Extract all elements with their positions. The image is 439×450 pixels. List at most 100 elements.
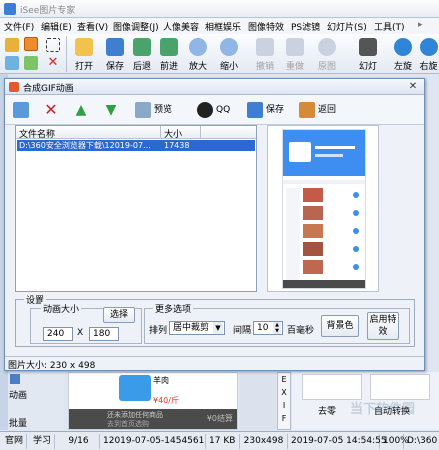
- menu-file[interactable]: 文件(F): [4, 20, 34, 33]
- spinner-icon[interactable]: ▲ ▼: [273, 322, 281, 334]
- menu-slideshow[interactable]: 幻灯片(S): [327, 20, 367, 33]
- toolbar-separator: [66, 36, 67, 72]
- more-options-group: 更多选项 排列 居中裁剪 ▼ 间隔 10 ▲ ▼ 百毫秒 背景色 启用特效: [144, 302, 410, 344]
- app-logo-icon: [4, 3, 16, 15]
- save-disk-icon: [106, 38, 124, 56]
- height-input[interactable]: 180: [89, 327, 119, 341]
- arrow-down-icon: ▼: [105, 101, 117, 118]
- scrollbar-area[interactable]: [240, 372, 276, 430]
- dialog-close-button[interactable]: ✕: [406, 80, 420, 93]
- cart-bar: 还未添加任何商品 去到首页选购 ¥0结算: [69, 409, 237, 429]
- arrange-select[interactable]: 居中裁剪 ▼: [169, 321, 225, 335]
- preview-pane: [267, 125, 379, 292]
- side-tools: 动画 批量: [8, 374, 64, 430]
- file-list[interactable]: 文件名称 大小 D:\360安全浏览器下载\12019-07... 17438: [15, 125, 257, 292]
- thumbnail-1[interactable]: [302, 374, 362, 400]
- status-website[interactable]: 官网: [2, 434, 28, 449]
- zoom-in-button[interactable]: 放大: [184, 34, 212, 74]
- forward-button[interactable]: 前进: [154, 34, 184, 74]
- save-button[interactable]: 保存: [100, 34, 130, 74]
- gif-dialog: 合成GIF动画 ✕ ✕ ▲ ▼ 预览 QQ 保存 返回 文件名称 大小 D:\3…: [4, 78, 425, 371]
- size-group: 动画大小 选择 240 X 180: [30, 302, 142, 344]
- back-button[interactable]: 后退: [130, 34, 154, 74]
- background-color-button[interactable]: 背景色: [321, 315, 359, 337]
- side-label-batch[interactable]: 批量: [9, 416, 27, 429]
- open-button[interactable]: 打开: [68, 34, 100, 74]
- arrange-label: 排列: [149, 326, 168, 336]
- exif-tab[interactable]: EXIF: [277, 372, 291, 430]
- chevron-down-icon[interactable]: ▼: [213, 322, 223, 334]
- interval-value: 10: [257, 323, 269, 333]
- menu-image-adjust[interactable]: 图像调整(J): [113, 20, 159, 33]
- interval-unit: 百毫秒: [287, 326, 315, 336]
- rotate-right-icon: [419, 38, 438, 56]
- preview-label: 预览: [154, 105, 173, 115]
- table-row[interactable]: D:\360安全浏览器下载\12019-07... 17438: [17, 140, 255, 151]
- preview-add-dot: [353, 210, 359, 216]
- dialog-title-bar: 合成GIF动画 ✕: [5, 79, 424, 95]
- redo-button[interactable]: 重做: [280, 34, 310, 74]
- thumb-label-1: 去零: [318, 407, 337, 417]
- return-icon: [299, 101, 315, 118]
- dialog-title: 合成GIF动画: [23, 84, 74, 94]
- qq-button[interactable]: QQ: [197, 99, 230, 121]
- original-button[interactable]: 原图: [310, 34, 344, 74]
- move-down-button[interactable]: ▼: [103, 99, 122, 121]
- image-icon[interactable]: [5, 56, 19, 70]
- preview-item-img: [303, 224, 323, 238]
- add-file-button[interactable]: [13, 99, 32, 121]
- redo-icon: [286, 38, 304, 56]
- size-legend: 动画大小: [41, 302, 82, 315]
- status-dimensions: 230x498: [240, 434, 288, 449]
- menu-frame[interactable]: 相框娱乐: [205, 20, 241, 33]
- thumbnail-2[interactable]: [370, 374, 430, 400]
- enable-effects-button[interactable]: 启用特效: [367, 312, 399, 340]
- menu-edit[interactable]: 编辑(E): [41, 20, 72, 33]
- status-filename: 12019-07-05-14545613.jp: [100, 434, 206, 449]
- move-up-button[interactable]: ▲: [73, 99, 92, 121]
- save-label: 保存: [266, 105, 285, 115]
- menu-portrait[interactable]: 人像美容: [163, 20, 199, 33]
- menu-effects[interactable]: 图像特效: [248, 20, 284, 33]
- interval-label: 间隔: [233, 326, 252, 336]
- folder-icon[interactable]: [5, 38, 19, 52]
- width-input[interactable]: 240: [43, 327, 73, 341]
- arrow-up-icon: ▲: [75, 101, 87, 118]
- preview-add-dot: [353, 246, 359, 252]
- hand-tool-icon[interactable]: [24, 37, 38, 51]
- undo-button[interactable]: 撤销: [250, 34, 280, 74]
- rotate-left-icon: [394, 38, 412, 56]
- settings-group: 设置 动画大小 选择 240 X 180 更多选项 排列 居中裁剪 ▼ 间隔 1…: [15, 293, 415, 347]
- col-filename[interactable]: 文件名称: [19, 127, 55, 140]
- status-date: 2019-07-05 14:54:55: [288, 434, 387, 449]
- zoom-out-button[interactable]: 缩小: [212, 34, 246, 74]
- preview-icon: [135, 101, 151, 118]
- status-zoom: 100%: [380, 434, 409, 449]
- menu-scroll-arrow-icon[interactable]: ▸: [418, 20, 423, 30]
- interval-input[interactable]: 10 ▲ ▼: [253, 321, 283, 335]
- preview-bottom-bar: [283, 280, 365, 288]
- remove-file-button[interactable]: ✕: [43, 99, 62, 121]
- crop-icon[interactable]: [24, 56, 38, 70]
- row-filename: D:\360安全浏览器下载\12019-07...: [19, 141, 151, 150]
- col-size[interactable]: 大小: [164, 127, 182, 140]
- watermark: 当下软件园: [350, 402, 416, 417]
- image-size-label: 图片大小: 230 x 498: [8, 361, 96, 371]
- slideshow-button[interactable]: 幻灯: [352, 34, 384, 74]
- product-image: [119, 375, 151, 401]
- dimension-x-label: X: [77, 328, 84, 338]
- return-button[interactable]: 返回: [299, 99, 336, 121]
- side-label-animation[interactable]: 动画: [9, 388, 27, 401]
- dialog-save-button[interactable]: 保存: [247, 99, 284, 121]
- rotate-right-button[interactable]: 右旋: [418, 34, 439, 74]
- menu-view[interactable]: 查看(V): [77, 20, 108, 33]
- select-size-button[interactable]: 选择: [103, 307, 135, 323]
- menu-ps-filters[interactable]: PS滤镜: [291, 20, 320, 33]
- status-learn[interactable]: 学习: [30, 434, 56, 449]
- rotate-left-button[interactable]: 左旋: [388, 34, 418, 74]
- select-rect-icon[interactable]: [46, 38, 60, 52]
- file-list-header: 文件名称 大小: [16, 126, 256, 140]
- delete-icon[interactable]: ✕: [46, 56, 60, 70]
- menu-tools[interactable]: 工具(T): [374, 20, 405, 33]
- preview-button[interactable]: 预览: [135, 99, 172, 121]
